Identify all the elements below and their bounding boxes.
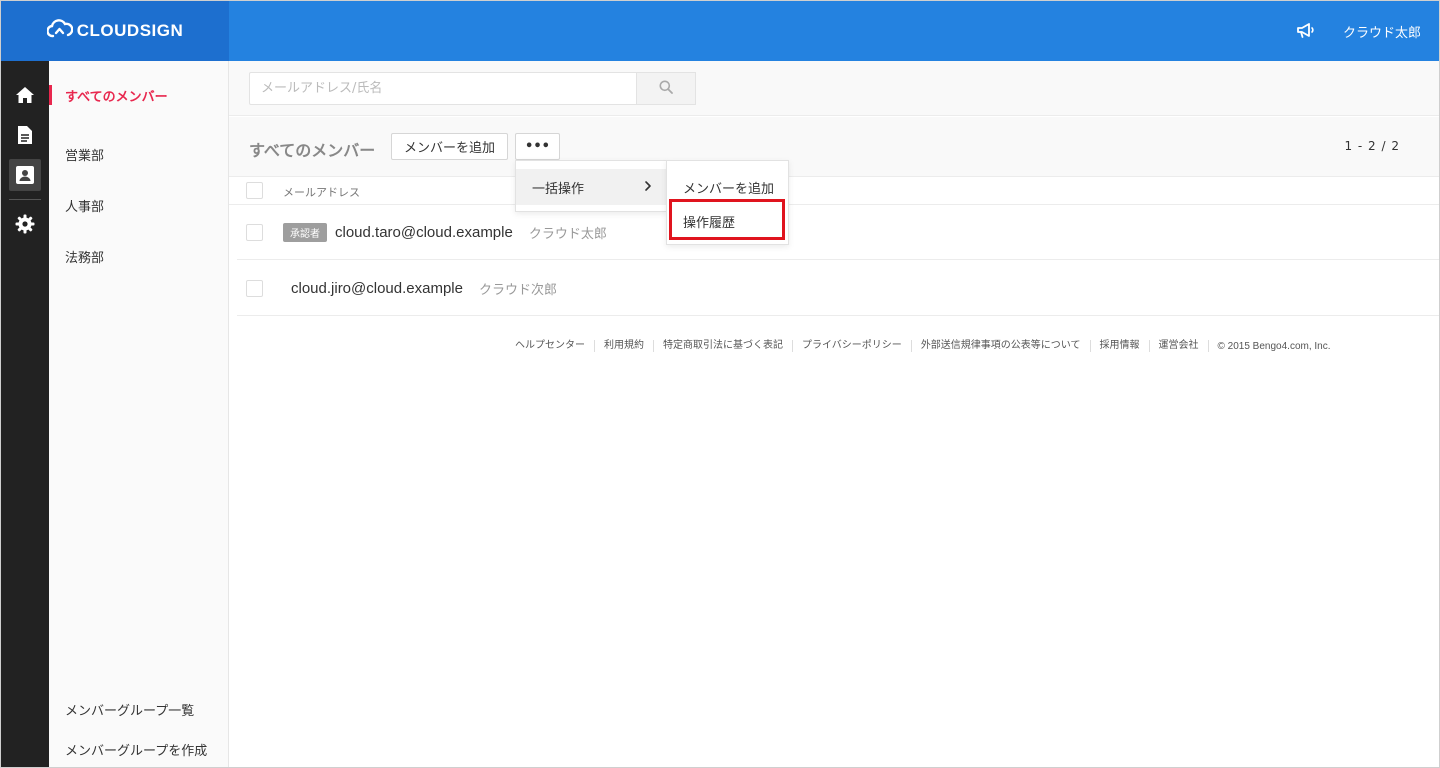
menu-item-bulk-operation[interactable]: 一括操作 — [516, 169, 666, 205]
home-icon — [9, 79, 41, 111]
gear-icon — [9, 208, 41, 240]
approver-badge: 承認者 — [283, 223, 327, 242]
search-input[interactable] — [249, 72, 637, 105]
member-email[interactable]: cloud.jiro@cloud.example — [291, 280, 463, 297]
row-content: cloud.jiro@cloud.example クラウド次郎 — [291, 261, 557, 316]
app-window: CLOUDSIGN クラウド太郎 すべてのメンバー 営業部 人事部 法務部 メン… — [0, 0, 1440, 768]
footer-link-help[interactable]: ヘルプセンター — [515, 340, 595, 352]
group-item-label: 営業部 — [65, 149, 105, 164]
rail-home[interactable] — [1, 75, 49, 115]
search-button[interactable] — [637, 72, 696, 105]
header: CLOUDSIGN クラウド太郎 — [1, 1, 1439, 61]
rail-documents[interactable] — [1, 115, 49, 155]
footer-links: ヘルプセンター 利用規約 特定商取引法に基づく表記 プライバシーポリシー 外部送… — [515, 340, 1331, 352]
table-row[interactable]: 承認者 cloud.taro@cloud.example クラウド太郎 — [237, 205, 1439, 260]
add-member-button[interactable]: メンバーを追加 — [391, 133, 509, 160]
chevron-right-icon — [644, 180, 652, 196]
table-header: メールアドレス — [229, 178, 1439, 205]
group-sidebar-footer: メンバーグループ一覧 メンバーグループを作成 — [49, 689, 228, 767]
row-checkbox[interactable] — [246, 280, 263, 297]
member-name: クラウド次郎 — [478, 283, 557, 298]
cloud-logo-icon — [46, 19, 74, 43]
rail-divider — [9, 199, 41, 200]
footer-link-company[interactable]: 運営会社 — [1150, 340, 1209, 352]
menu-item-label: 一括操作 — [532, 181, 585, 197]
footer-link-terms[interactable]: 利用規約 — [595, 340, 654, 352]
pagination-info: 1 - 2 / 2 — [1344, 139, 1400, 153]
more-actions-button[interactable]: ••• — [515, 133, 560, 160]
create-group-link[interactable]: メンバーグループを作成 — [49, 729, 228, 767]
footer-link-privacy[interactable]: プライバシーポリシー — [793, 340, 912, 352]
footer-link-external-transmission[interactable]: 外部送信規律事項の公表等について — [912, 340, 1091, 352]
list-toolbar: すべてのメンバー メンバーを追加 ••• 1 - 2 / 2 — [229, 117, 1439, 177]
group-list-link[interactable]: メンバーグループ一覧 — [49, 689, 228, 729]
group-item-label: すべてのメンバー — [65, 89, 168, 105]
main-content: すべてのメンバー メンバーを追加 ••• 1 - 2 / 2 メールアドレス 承… — [229, 61, 1439, 767]
table-row[interactable]: cloud.jiro@cloud.example クラウド次郎 — [237, 261, 1439, 316]
megaphone-icon[interactable] — [1295, 20, 1317, 42]
more-actions-menu: 一括操作 — [515, 160, 667, 212]
search-bar — [229, 61, 1439, 116]
group-item-label: 人事部 — [65, 200, 105, 215]
select-all-checkbox[interactable] — [246, 182, 263, 199]
member-name: クラウド太郎 — [528, 227, 607, 242]
member-group-sidebar: すべてのメンバー 営業部 人事部 法務部 メンバーグループ一覧 メンバーグループ… — [49, 61, 229, 767]
search-icon — [659, 79, 673, 98]
row-content: 承認者 cloud.taro@cloud.example クラウド太郎 — [283, 205, 607, 260]
brand-name: CLOUDSIGN — [76, 21, 184, 40]
page-title: すべてのメンバー — [249, 141, 376, 160]
footer-link-commerce-law[interactable]: 特定商取引法に基づく表記 — [654, 340, 793, 352]
group-item-hr[interactable]: 人事部 — [49, 180, 228, 231]
group-item-label: 法務部 — [65, 251, 105, 266]
rail-members[interactable] — [1, 155, 49, 195]
footer-link-careers[interactable]: 採用情報 — [1091, 340, 1150, 352]
icon-rail — [1, 61, 49, 767]
group-item-all-members[interactable]: すべてのメンバー — [49, 61, 228, 129]
contacts-icon — [9, 159, 41, 191]
row-checkbox[interactable] — [246, 224, 263, 241]
group-item-sales[interactable]: 営業部 — [49, 129, 228, 180]
column-header-email: メールアドレス — [283, 186, 360, 199]
copyright: © 2015 Bengo4.com, Inc. — [1217, 340, 1331, 352]
highlight-box — [669, 199, 785, 240]
member-email[interactable]: cloud.taro@cloud.example — [335, 224, 513, 241]
user-menu[interactable]: クラウド太郎 — [1343, 22, 1421, 41]
rail-settings[interactable] — [1, 204, 49, 244]
header-actions: クラウド太郎 — [1295, 1, 1421, 61]
group-item-legal[interactable]: 法務部 — [49, 231, 228, 282]
document-icon — [9, 119, 41, 151]
logo[interactable]: CLOUDSIGN — [1, 1, 229, 61]
